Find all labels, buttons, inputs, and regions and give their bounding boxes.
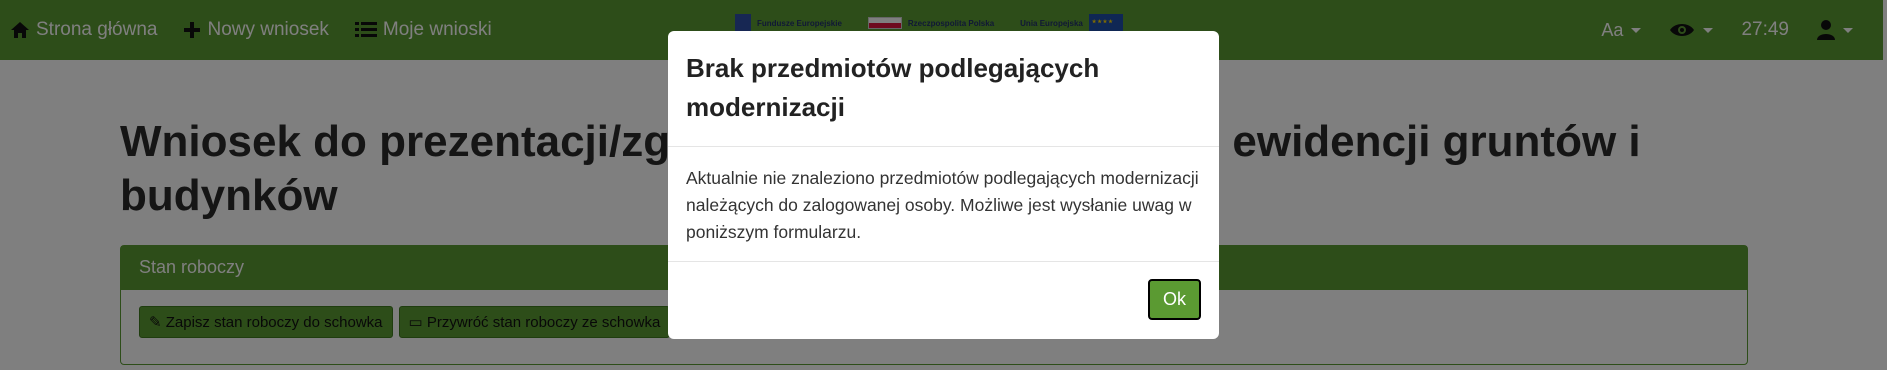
modal-header: Brak przedmiotów podlegających moderniza… [668,31,1219,147]
info-modal: Brak przedmiotów podlegających moderniza… [668,31,1219,339]
modal-body: Aktualnie nie znaleziono przedmiotów pod… [668,147,1219,262]
modal-title: Brak przedmiotów podlegających moderniza… [686,53,1100,122]
modal-footer: Ok [668,262,1219,337]
ok-button[interactable]: Ok [1147,279,1201,320]
